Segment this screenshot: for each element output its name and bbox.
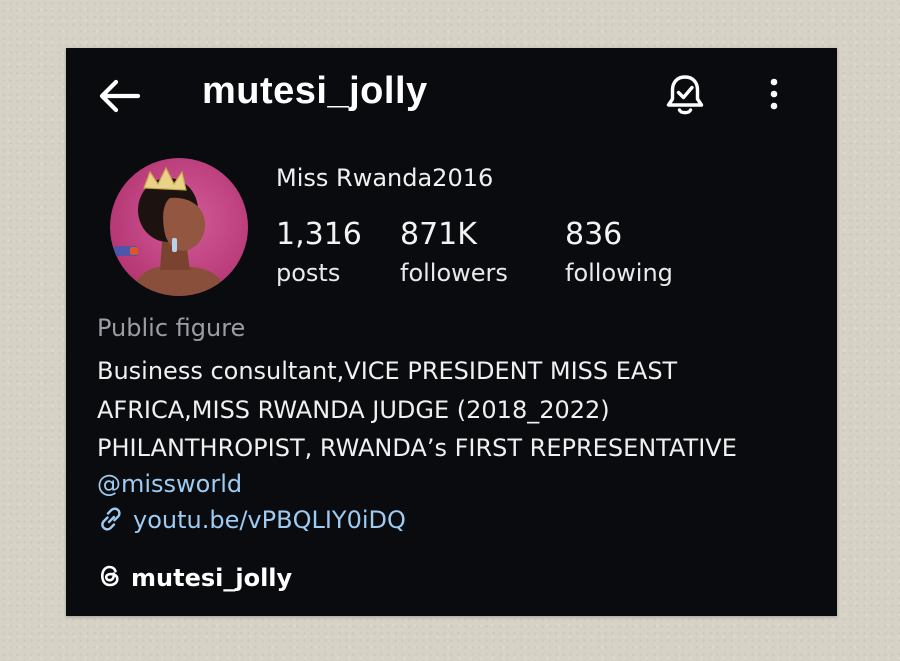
following-stat[interactable]: 836 following [565,216,673,290]
profile-bio: Business consultant,VICE PRESIDENT MISS … [97,352,737,468]
notification-bell-icon [666,75,704,115]
bio-line: Business consultant,VICE PRESIDENT MISS … [97,357,678,385]
bio-line: AFRICA,MISS RWANDA JUDGE (2018_2022) [97,395,610,424]
bio-line: PHILANTHROPIST, RWANDA’s FIRST REPRESENT… [97,434,737,462]
posts-stat[interactable]: 1,316 posts [276,216,362,290]
followers-label: followers [400,259,508,287]
back-button[interactable] [94,76,144,116]
link-icon [101,507,121,531]
posts-label: posts [276,259,341,287]
avatar-image [110,158,248,296]
profile-screen: mutesi_jolly Miss Rwanda2016 1,316 posts… [66,48,837,616]
followers-count: 871K [400,217,477,252]
bio-mention-link[interactable]: @missworld [97,470,242,498]
following-count: 836 [565,217,623,252]
profile-category: Public figure [97,314,246,342]
external-link-text: youtu.be/vPBQLIY0iDQ [133,506,406,534]
more-options-icon [770,78,778,110]
profile-username-title: mutesi_jolly [202,70,428,112]
more-options-button[interactable] [762,74,786,114]
back-arrow-icon [99,79,141,113]
notifications-button[interactable] [662,72,708,118]
profile-external-link[interactable]: youtu.be/vPBQLIY0iDQ [97,506,406,534]
following-label: following [565,259,673,287]
followers-stat[interactable]: 871K followers [400,216,508,290]
threads-handle: mutesi_jolly [131,564,293,592]
profile-display-name: Miss Rwanda2016 [276,164,494,192]
threads-icon [100,565,119,587]
threads-profile-badge[interactable]: mutesi_jolly [97,563,292,592]
posts-count: 1,316 [276,217,362,252]
profile-avatar[interactable] [110,158,248,296]
